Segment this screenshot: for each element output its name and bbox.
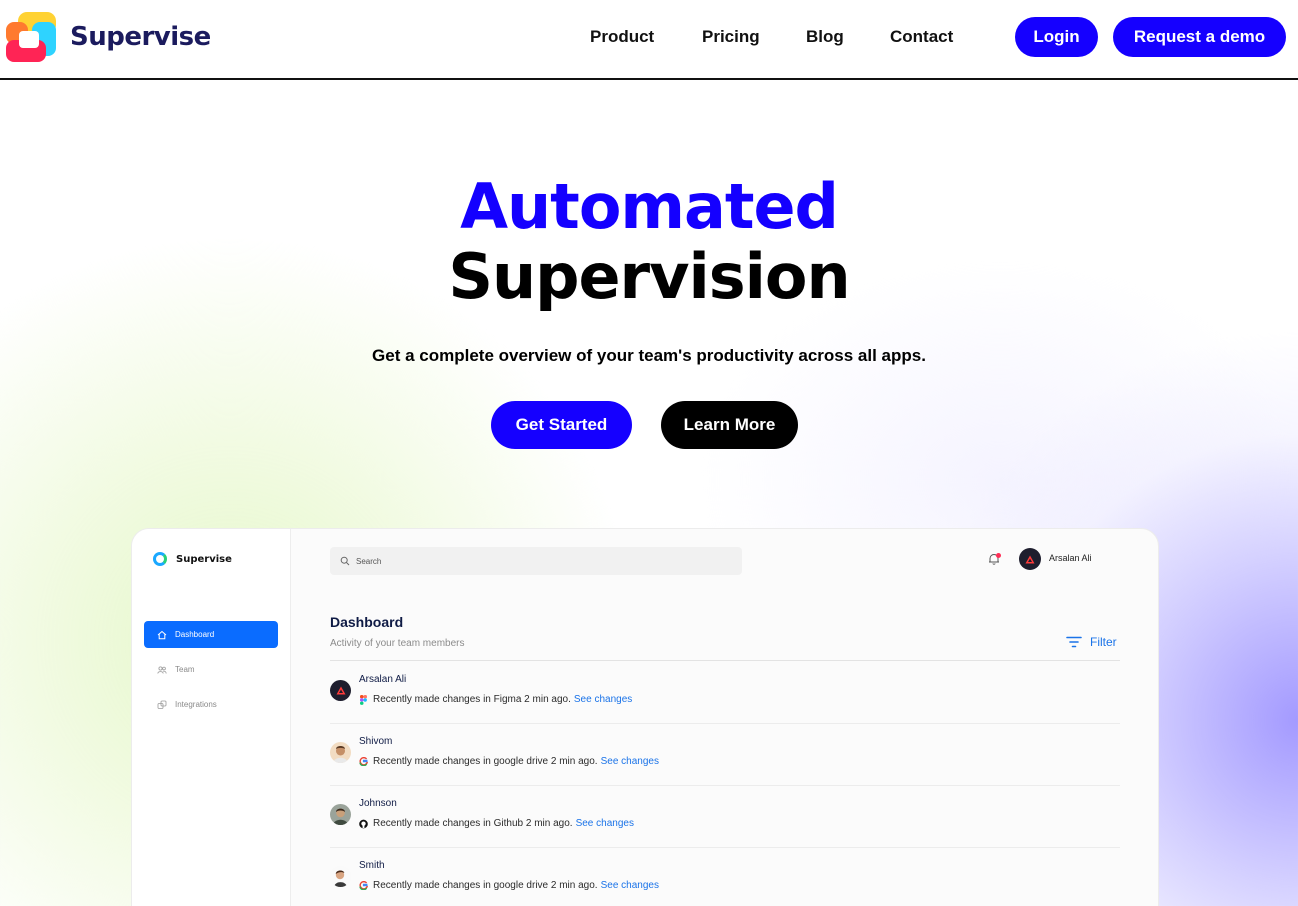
hero-title-line1: Automated — [460, 170, 839, 243]
sidebar-item-integrations[interactable]: Integrations — [144, 691, 278, 718]
figma-icon — [359, 694, 368, 705]
avatar-logo-icon — [1025, 555, 1035, 563]
google-icon — [359, 757, 368, 767]
activity-text-row: Recently made changes in Github 2 min ag… — [359, 818, 634, 829]
activity-text: Recently made changes in google drive 2 … — [373, 880, 598, 891]
search-placeholder: Search — [356, 556, 382, 566]
brand-logo[interactable]: Supervise — [6, 12, 211, 64]
list-item: Shivom Recently made changes in google d… — [330, 724, 1120, 786]
see-changes-link[interactable]: See changes — [601, 880, 659, 891]
logo-icon — [6, 12, 58, 64]
avatar — [330, 680, 351, 701]
filter-icon — [1066, 636, 1082, 648]
sidebar-item-team[interactable]: Team — [144, 656, 278, 683]
nav-link-contact[interactable]: Contact — [890, 27, 953, 47]
team-icon — [157, 665, 167, 674]
list-item: Arsalan Ali Recently made changes in Fig… — [330, 662, 1120, 724]
notification-dot — [996, 553, 1001, 558]
nav-link-product[interactable]: Product — [590, 27, 654, 47]
home-icon — [157, 630, 167, 639]
avatar[interactable] — [1019, 548, 1041, 570]
avatar — [330, 742, 351, 763]
search-input[interactable]: Search — [330, 547, 742, 575]
top-navbar: Supervise Product Pricing Blog Contact L… — [0, 0, 1298, 80]
sidebar-item-label: Dashboard — [175, 630, 215, 639]
list-item: Johnson Recently made changes in Github … — [330, 786, 1120, 848]
activity-text: Recently made changes in Figma 2 min ago… — [373, 694, 571, 705]
integrations-icon — [157, 700, 167, 709]
nav-link-pricing[interactable]: Pricing — [702, 27, 760, 47]
nav-link-blog[interactable]: Blog — [806, 27, 844, 47]
brand-name: Supervise — [70, 22, 211, 52]
google-icon — [359, 881, 368, 891]
divider — [330, 660, 1120, 661]
activity-text-row: Recently made changes in google drive 2 … — [359, 880, 659, 891]
see-changes-link[interactable]: See changes — [601, 756, 659, 767]
user-name[interactable]: Arsalan Ali — [1049, 553, 1092, 563]
member-name: Arsalan Ali — [359, 674, 407, 685]
page-subtitle: Activity of your team members — [330, 638, 465, 649]
dashboard-preview: Supervise Dashboard Team Integrations Se… — [131, 528, 1159, 906]
avatar — [330, 866, 351, 887]
sidebar-item-label: Team — [175, 665, 195, 674]
activity-text-row: Recently made changes in Figma 2 min ago… — [359, 694, 632, 705]
app-logo: Supervise — [153, 552, 232, 566]
member-name: Shivom — [359, 736, 393, 747]
sidebar-item-dashboard[interactable]: Dashboard — [144, 621, 278, 648]
filter-button[interactable]: Filter — [1066, 635, 1117, 649]
avatar — [330, 804, 351, 825]
request-demo-button[interactable]: Request a demo — [1113, 17, 1286, 57]
member-name: Smith — [359, 860, 385, 871]
hero-subtitle: Get a complete overview of your team's p… — [372, 346, 926, 365]
see-changes-link[interactable]: See changes — [576, 818, 634, 829]
hero-title-line2: Supervision — [448, 240, 850, 313]
app-logo-icon — [153, 552, 167, 566]
member-name: Johnson — [359, 798, 397, 809]
activity-text: Recently made changes in google drive 2 … — [373, 756, 598, 767]
sidebar-item-label: Integrations — [175, 700, 217, 709]
activity-text-row: Recently made changes in google drive 2 … — [359, 756, 659, 767]
app-sidebar: Supervise Dashboard Team Integrations — [132, 529, 291, 906]
get-started-button[interactable]: Get Started — [491, 401, 632, 449]
learn-more-button[interactable]: Learn More — [661, 401, 798, 449]
see-changes-link[interactable]: See changes — [574, 694, 632, 705]
github-icon — [359, 819, 368, 829]
list-item: Smith Recently made changes in google dr… — [330, 848, 1120, 906]
activity-text: Recently made changes in Github 2 min ag… — [373, 818, 573, 829]
search-icon — [340, 556, 350, 566]
filter-label: Filter — [1090, 635, 1117, 649]
app-name: Supervise — [176, 553, 232, 565]
login-button[interactable]: Login — [1015, 17, 1098, 57]
page-title: Dashboard — [330, 614, 404, 630]
